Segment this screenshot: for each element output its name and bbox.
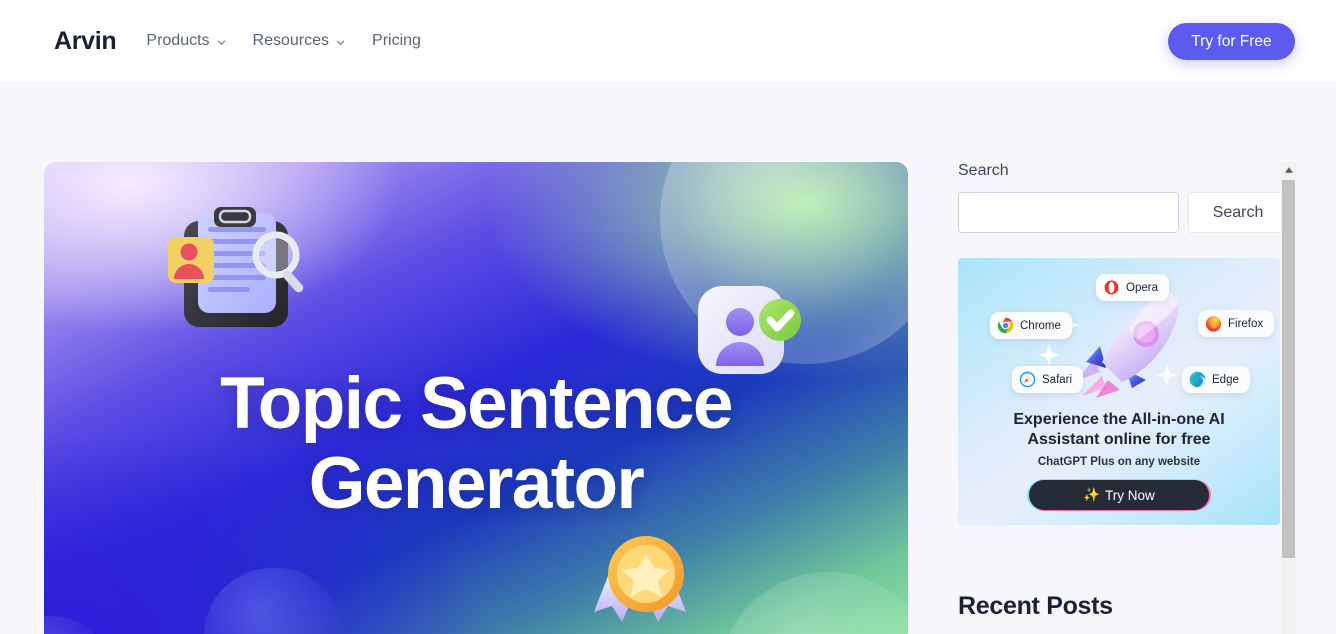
browser-name: Firefox bbox=[1228, 317, 1264, 330]
main-nav: Products Resources Pricing bbox=[146, 32, 421, 50]
search-input[interactable] bbox=[958, 192, 1179, 233]
sparkle-icon bbox=[1038, 344, 1060, 366]
nav-item-label: Pricing bbox=[372, 32, 421, 49]
search-row: Search bbox=[958, 192, 1288, 233]
browser-name: Edge bbox=[1212, 373, 1239, 386]
nav-item-label: Products bbox=[146, 32, 210, 49]
promo-subtitle: ChatGPT Plus on any website bbox=[1037, 456, 1201, 469]
promo-headline-line2: Assistant online for free bbox=[1027, 430, 1211, 448]
page-scrollbar[interactable] bbox=[1281, 162, 1296, 634]
browser-badge-firefox: Firefox bbox=[1198, 310, 1275, 337]
browser-badge-opera: Opera bbox=[1096, 274, 1169, 301]
promo-headline: Experience the All-in-one AI Assistant o… bbox=[958, 410, 1280, 449]
nav-item-products[interactable]: Products bbox=[146, 32, 226, 50]
scrollbar-up-arrow[interactable] bbox=[1281, 162, 1296, 178]
site-header: Arvin Products Resources Pricing Try for… bbox=[0, 0, 1336, 83]
award-medal-3d-icon bbox=[584, 530, 699, 634]
browser-name: Chrome bbox=[1020, 319, 1061, 332]
chrome-icon bbox=[997, 317, 1014, 334]
hero-title-line1: Topic Sentence bbox=[220, 363, 733, 444]
hero-title: Topic Sentence Generator bbox=[44, 364, 908, 523]
nav-item-resources[interactable]: Resources bbox=[253, 32, 346, 50]
scrollbar-thumb[interactable] bbox=[1282, 180, 1295, 558]
search-submit-button[interactable]: Search bbox=[1188, 192, 1288, 233]
decorative-sphere-green bbox=[660, 162, 908, 364]
browser-name: Opera bbox=[1126, 281, 1158, 294]
recent-posts-heading: Recent Posts bbox=[958, 592, 1113, 620]
decorative-sphere-bottom-left bbox=[44, 616, 112, 634]
firefox-icon bbox=[1205, 315, 1222, 332]
promo-button-wrap: ✨ Try Now bbox=[958, 480, 1280, 511]
page-root: Arvin Products Resources Pricing Try for… bbox=[0, 0, 1336, 634]
opera-icon bbox=[1103, 279, 1120, 296]
promo-banner[interactable]: Opera Chrome Firefox Safari Edge Experie… bbox=[958, 258, 1280, 525]
promo-headline-line1: Experience the All-in-one AI bbox=[1013, 411, 1225, 428]
edge-icon bbox=[1189, 371, 1206, 388]
promo-try-now-button[interactable]: ✨ Try Now bbox=[1029, 480, 1209, 511]
chevron-down-icon bbox=[335, 37, 346, 48]
safari-icon bbox=[1019, 371, 1036, 388]
hero-title-line2: Generator bbox=[308, 442, 645, 524]
chevron-down-icon bbox=[216, 37, 227, 48]
sparkles-icon: ✨ bbox=[1083, 487, 1101, 503]
hero-banner: Topic Sentence Generator bbox=[44, 162, 908, 634]
promo-button-label: Try Now bbox=[1105, 487, 1155, 503]
browser-name: Safari bbox=[1042, 373, 1073, 386]
promo-artwork: Opera Chrome Firefox Safari Edge bbox=[958, 258, 1280, 404]
search-label: Search bbox=[958, 162, 1009, 179]
nav-item-label: Resources bbox=[252, 32, 330, 49]
browser-badge-safari: Safari bbox=[1012, 366, 1084, 393]
clipboard-search-3d-icon bbox=[162, 207, 312, 337]
decorative-sphere-bottom-right bbox=[718, 572, 908, 634]
brand-logo[interactable]: Arvin bbox=[54, 28, 117, 54]
try-for-free-button[interactable]: Try for Free bbox=[1168, 23, 1295, 60]
decorative-sphere-blue bbox=[204, 568, 344, 634]
nav-item-pricing[interactable]: Pricing bbox=[372, 32, 421, 50]
browser-badge-edge: Edge bbox=[1182, 366, 1250, 393]
rocket-3d-icon bbox=[1076, 284, 1184, 402]
sidebar: Search Search Opera Chrome Firefox Safar… bbox=[958, 162, 1288, 634]
browser-badge-chrome: Chrome bbox=[990, 312, 1072, 339]
